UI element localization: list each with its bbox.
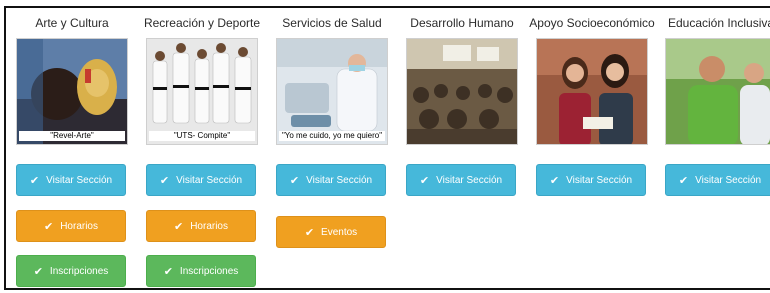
horarios-button[interactable]: ✔ Horarios xyxy=(146,210,256,242)
button-label: Visitar Sección xyxy=(695,174,762,186)
button-label: Eventos xyxy=(321,226,358,238)
educacion-inclusiva-image[interactable] xyxy=(665,38,770,145)
apoyo-socioeconomico-image[interactable] xyxy=(536,38,648,145)
button-label: Inscripciones xyxy=(49,265,109,277)
image-caption: "Revel-Arte" xyxy=(19,131,125,141)
button-label: Horarios xyxy=(190,220,228,232)
desarrollo-humano-image[interactable] xyxy=(406,38,518,145)
column-title: Arte y Cultura xyxy=(35,16,109,30)
recreacion-deporte-image[interactable]: "UTS- Compite" xyxy=(146,38,258,145)
services-panel: Arte y Cultura "Revel-Arte" ✔ Visitar Se… xyxy=(4,6,770,290)
column-title: Recreación y Deporte xyxy=(143,16,261,30)
visitar-seccion-button[interactable]: ✔ Visitar Sección xyxy=(536,164,646,196)
button-label: Visitar Sección xyxy=(176,174,243,186)
inscripciones-button[interactable]: ✔ Inscripciones xyxy=(146,255,256,287)
column-title: Servicios de Salud xyxy=(282,16,382,30)
visitar-seccion-button[interactable]: ✔ Visitar Sección xyxy=(665,164,770,196)
check-icon: ✔ xyxy=(678,174,689,187)
visitar-seccion-button[interactable]: ✔ Visitar Sección xyxy=(146,164,256,196)
check-icon: ✔ xyxy=(173,220,184,233)
column-title: Desarrollo Humano xyxy=(410,16,514,30)
visitar-seccion-button[interactable]: ✔ Visitar Sección xyxy=(406,164,516,196)
visitar-seccion-button[interactable]: ✔ Visitar Sección xyxy=(16,164,126,196)
check-icon: ✔ xyxy=(549,174,560,187)
eventos-button[interactable]: ✔ Eventos xyxy=(276,216,386,248)
arte-cultura-image[interactable]: "Revel-Arte" xyxy=(16,38,128,145)
button-label: Inscripciones xyxy=(179,265,239,277)
check-icon: ✔ xyxy=(43,220,54,233)
check-icon: ✔ xyxy=(419,174,430,187)
check-icon: ✔ xyxy=(159,174,170,187)
image-caption: "UTS- Compite" xyxy=(149,131,255,141)
check-icon: ✔ xyxy=(33,265,43,278)
horarios-button[interactable]: ✔ Horarios xyxy=(16,210,126,242)
button-label: Visitar Sección xyxy=(46,174,113,186)
visitar-seccion-button[interactable]: ✔ Visitar Sección xyxy=(276,164,386,196)
servicios-salud-image[interactable]: "Yo me cuido, yo me quiero" xyxy=(276,38,388,145)
image-caption: "Yo me cuido, yo me quiero" xyxy=(279,131,385,141)
check-icon: ✔ xyxy=(163,265,173,278)
check-icon: ✔ xyxy=(29,174,40,187)
inscripciones-button[interactable]: ✔ Inscripciones xyxy=(16,255,126,287)
button-label: Visitar Sección xyxy=(306,174,373,186)
column-title: Educación Inclusiva xyxy=(667,16,770,30)
button-label: Horarios xyxy=(60,220,98,232)
check-icon: ✔ xyxy=(289,174,300,187)
button-label: Visitar Sección xyxy=(436,174,503,186)
check-icon: ✔ xyxy=(304,226,315,239)
column-title: Apoyo Socioeconómico xyxy=(529,16,655,30)
button-label: Visitar Sección xyxy=(566,174,633,186)
